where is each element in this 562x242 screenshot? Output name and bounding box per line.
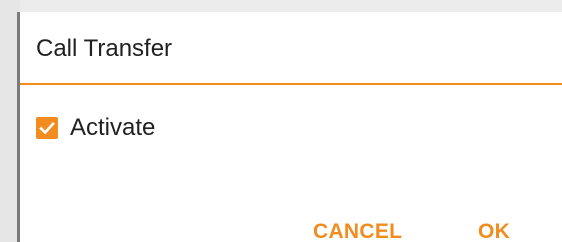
dialog-title: Call Transfer — [36, 35, 173, 62]
checkmark-icon — [39, 121, 55, 135]
cancel-button[interactable]: CANCEL — [313, 220, 402, 242]
ok-button[interactable]: OK — [478, 220, 510, 242]
call-transfer-dialog: Call Transfer Activate CANCEL OK — [17, 12, 562, 242]
activate-checkbox[interactable] — [36, 117, 58, 139]
activate-label: Activate — [70, 114, 156, 141]
title-divider — [20, 83, 562, 85]
background-app-strip — [0, 0, 562, 12]
activate-checkbox-row[interactable]: Activate — [36, 113, 155, 143]
